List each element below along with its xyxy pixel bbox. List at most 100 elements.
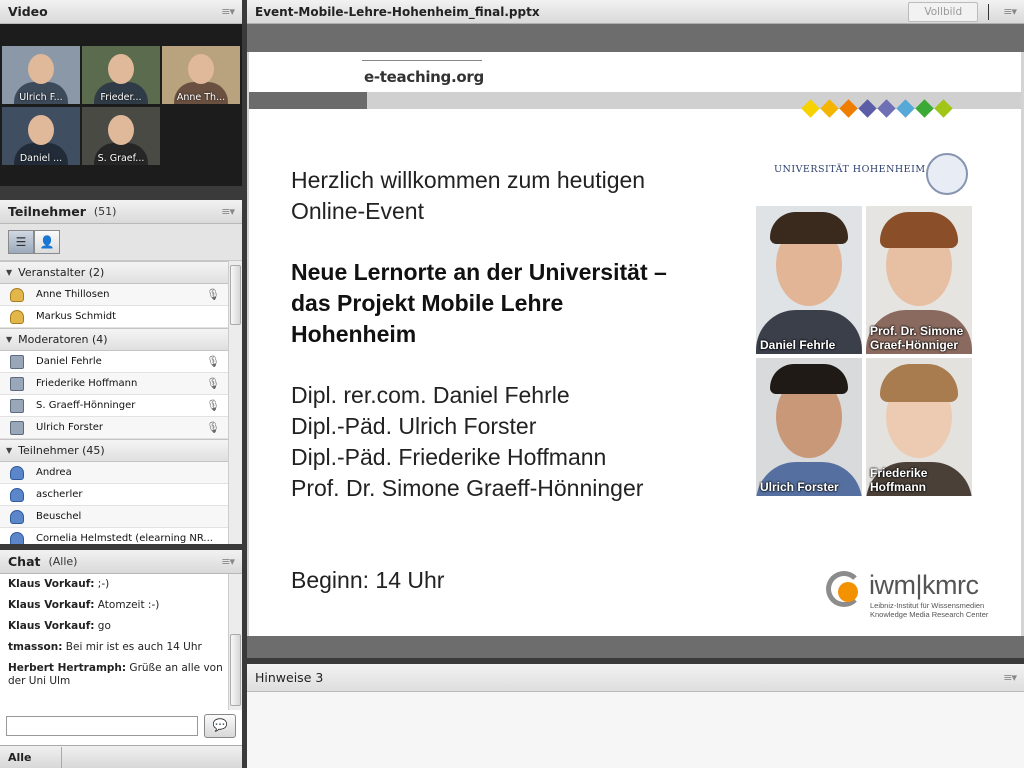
group-header-hosts[interactable]: ▼ Veranstalter (2) <box>0 261 228 284</box>
speech-bubble-icon: 💬 <box>212 718 228 732</box>
photo-caption: Prof. Dr. Simone Graef-Hönniger <box>870 324 963 352</box>
attendee-name: Ulrich Forster <box>36 422 104 433</box>
video-tile[interactable]: Daniel ... <box>2 107 80 165</box>
attendee-row[interactable]: Ulrich Forster 🎙 <box>0 417 228 439</box>
diamond-shape <box>877 99 896 118</box>
slide-welcome: Herzlich willkommen zum heutigen Online-… <box>291 165 731 227</box>
chat-sender: tmasson: <box>8 641 63 653</box>
presenter-icon <box>10 420 24 435</box>
photo-caption: Daniel Fehrle <box>760 338 835 352</box>
presenter-icon <box>10 398 24 413</box>
participant-icon <box>10 465 24 480</box>
chat-sender: Klaus Vorkauf: <box>8 620 95 632</box>
welcome-line: Herzlich willkommen zum heutigen <box>291 167 646 193</box>
notes-pod-title: Hinweise 3 <box>255 670 324 685</box>
pod-menu-icon[interactable]: ≡▾ <box>221 555 235 568</box>
caption-line: Graef-Hönniger <box>870 338 959 352</box>
attendee-row[interactable]: Andrea <box>0 462 228 484</box>
video-pod: Video ≡▾ Ulrich F... Frieder... Anne Th.… <box>0 0 242 186</box>
attendee-row[interactable]: Beuschel <box>0 506 228 528</box>
video-tile[interactable]: Ulrich F... <box>2 46 80 104</box>
notes-pod: Hinweise 3 ≡▾ <box>247 664 1024 768</box>
photo-hair <box>770 364 848 394</box>
video-person-face <box>188 54 214 84</box>
scrollbar-thumb[interactable] <box>230 634 241 706</box>
attendee-name: Anne Thillosen <box>36 289 110 300</box>
speaker-photo: Prof. Dr. Simone Graef-Hönniger <box>866 206 972 354</box>
chat-text: Atomzeit :-) <box>94 599 160 611</box>
attendee-name: ascherler <box>36 489 83 500</box>
start-time: Beginn: 14 Uhr <box>291 567 445 593</box>
pod-menu-icon[interactable]: ≡▾ <box>221 205 235 218</box>
chat-message: Klaus Vorkauf: ;-) <box>8 578 228 591</box>
participant-icon <box>10 531 24 544</box>
attendee-name: Markus Schmidt <box>36 311 117 322</box>
attendee-scrollbar[interactable] <box>228 261 242 544</box>
video-tile[interactable]: Frieder... <box>82 46 160 104</box>
attendee-list: ▼ Veranstalter (2) Anne Thillosen 🎙 Markus… <box>0 261 228 544</box>
pod-menu-icon[interactable]: ≡▾ <box>1003 5 1017 18</box>
header-band-dark <box>249 92 367 109</box>
group-label: Veranstalter (2) <box>18 266 105 279</box>
attendee-name: S. Graeff-Hönninger <box>36 400 136 411</box>
caption-line: Ulrich Forster <box>760 480 839 494</box>
document-title: Event-Mobile-Lehre-Hohenheim_final.pptx <box>255 4 540 19</box>
video-tile[interactable]: S. Graef... <box>82 107 160 165</box>
iwm-logo-dot <box>838 582 858 602</box>
share-bottom-margin <box>247 636 1024 658</box>
attendees-pod: Teilnehmer (51) ≡▾ ☰ 👤 ▼ Veranstalter (2)… <box>0 200 242 544</box>
attendee-row[interactable]: Daniel Fehrle 🎙 <box>0 351 228 373</box>
chat-tabs: Alle <box>0 745 242 768</box>
scrollbar-thumb[interactable] <box>230 265 241 325</box>
chat-compose: 💬 <box>6 714 236 738</box>
university-seal-icon <box>926 153 968 195</box>
attendees-pod-title: Teilnehmer <box>8 204 86 219</box>
welcome-line: Online-Event <box>291 198 424 224</box>
speaker-photo: Ulrich Forster <box>756 358 862 496</box>
chat-text: Bei mir ist es auch 14 Uhr <box>62 641 202 653</box>
chat-tab-all[interactable]: Alle <box>0 747 62 768</box>
caption-line: Hoffmann <box>870 480 926 494</box>
chat-text: ;-) <box>94 578 110 590</box>
microphone-icon: 🎙 <box>206 399 220 412</box>
send-message-button[interactable]: 💬 <box>204 714 236 738</box>
diamond-shape <box>858 99 877 118</box>
group-header-participants[interactable]: ▼ Teilnehmer (45) <box>0 439 228 462</box>
share-pod-header: Event-Mobile-Lehre-Hohenheim_final.pptx … <box>247 0 1024 24</box>
speaker-photo: Friederike Hoffmann <box>866 358 972 496</box>
attendee-row[interactable]: Friederike Hoffmann 🎙 <box>0 373 228 395</box>
chat-sender: Herbert Hertramph: <box>8 662 127 674</box>
status-view-icon[interactable]: 👤 <box>34 230 60 254</box>
pod-menu-icon[interactable]: ≡▾ <box>221 5 235 18</box>
speaker-list: Dipl. rer.com. Daniel Fehrle Dipl.-Päd. … <box>291 380 643 504</box>
pod-menu-icon[interactable]: ≡▾ <box>1003 671 1017 684</box>
video-pod-header: Video ≡▾ <box>0 0 242 24</box>
diamond-shape <box>801 99 820 118</box>
photo-hair <box>770 212 848 244</box>
caption-line: Friederike <box>870 466 928 480</box>
video-grid: Ulrich F... Frieder... Anne Th... Daniel… <box>0 24 242 186</box>
attendee-name: Friederike Hoffmann <box>36 378 138 389</box>
attendee-row[interactable]: S. Graeff-Hönninger 🎙 <box>0 395 228 417</box>
attendee-row[interactable]: Markus Schmidt <box>0 306 228 328</box>
attendee-row[interactable]: Cornelia Helmstedt (elearning NR... <box>0 528 228 544</box>
attendee-name: Beuschel <box>36 511 82 522</box>
chat-sender: Klaus Vorkauf: <box>8 578 95 590</box>
list-view-icon[interactable]: ☰ <box>8 230 34 254</box>
participant-icon <box>10 487 24 502</box>
iwm-subtitle-line: Knowledge Media Research Center <box>870 610 989 619</box>
attendee-row[interactable]: ascherler <box>0 484 228 506</box>
speaker-name: Prof. Dr. Simone Graeff-Hönninger <box>291 475 644 501</box>
fullscreen-button[interactable]: Vollbild <box>908 1 979 22</box>
chat-scrollbar[interactable] <box>228 574 242 710</box>
chat-message: Klaus Vorkauf: go <box>8 620 228 633</box>
attendee-row[interactable]: Anne Thillosen 🎙 <box>0 284 228 306</box>
caption-line: Daniel Fehrle <box>760 338 836 352</box>
presenter-icon <box>10 376 24 391</box>
title-line: Hohenheim <box>291 321 417 347</box>
chat-input[interactable] <box>6 716 198 736</box>
video-tile[interactable]: Anne Th... <box>162 46 240 104</box>
video-pod-title: Video <box>8 4 48 19</box>
video-person-face <box>28 115 54 145</box>
group-header-presenters[interactable]: ▼ Moderatoren (4) <box>0 328 228 351</box>
